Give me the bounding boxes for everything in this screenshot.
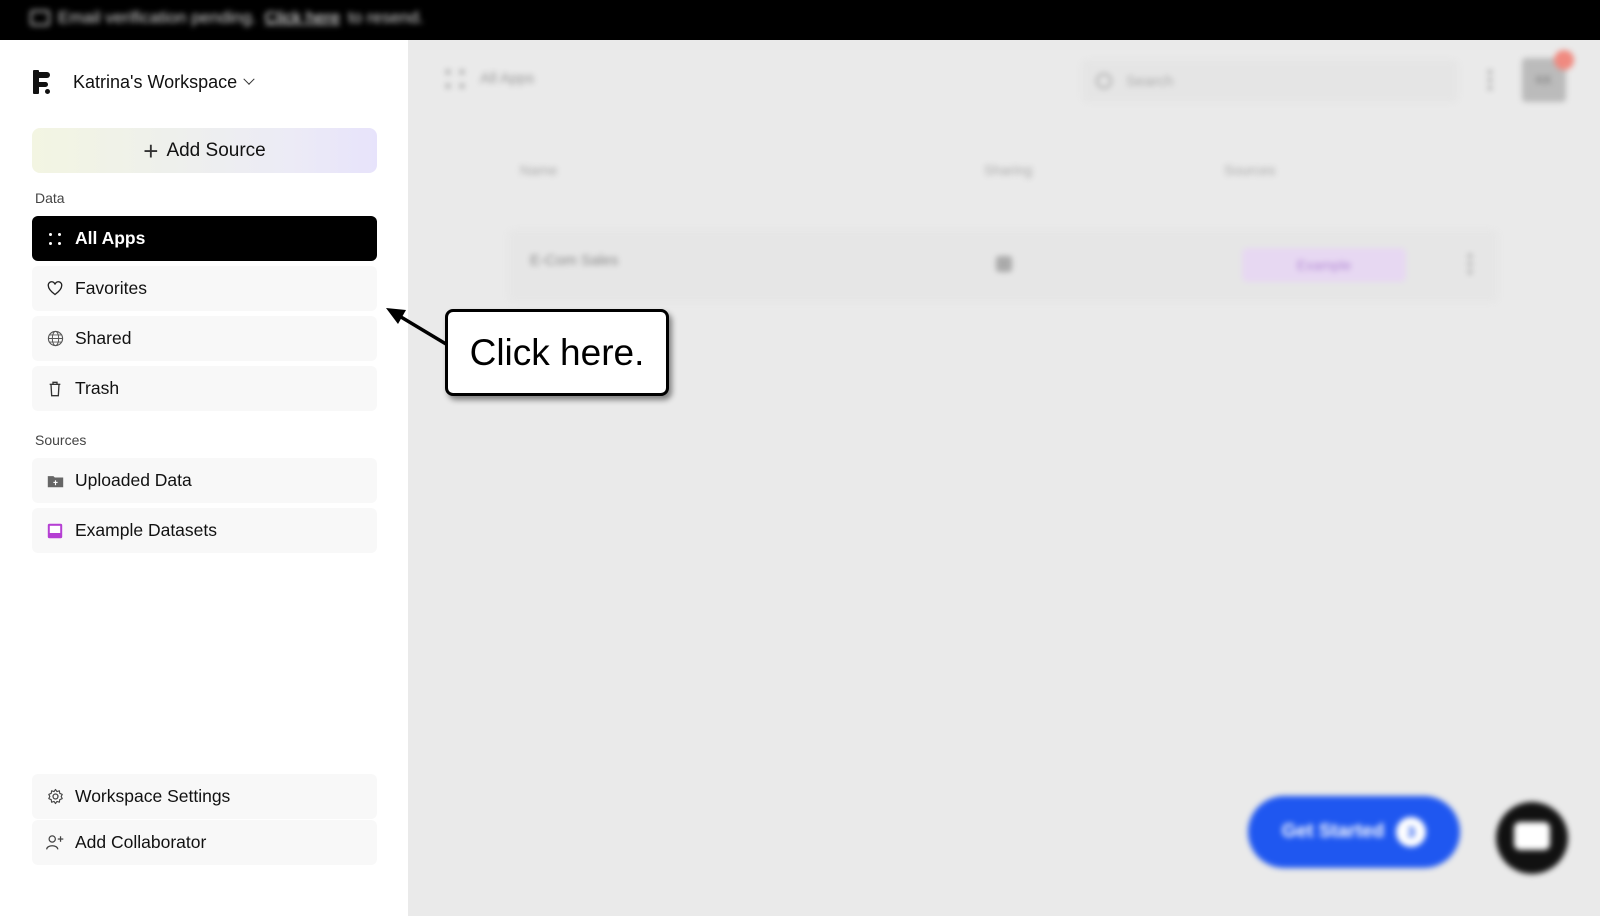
dataset-icon (46, 522, 64, 540)
grid-dots-icon (446, 70, 466, 90)
banner-link[interactable]: Click here (264, 8, 340, 28)
nav-item-workspace-settings[interactable]: Workspace Settings (32, 774, 377, 819)
sources-section-label: Sources (35, 432, 87, 448)
add-user-icon (46, 834, 64, 852)
heart-icon (46, 280, 64, 298)
chat-button[interactable] (1496, 802, 1568, 874)
grid-dots-icon (46, 230, 64, 248)
gear-icon (46, 788, 64, 806)
app-logo-icon (33, 70, 51, 94)
nav-item-label: All Apps (75, 228, 146, 248)
data-section-label: Data (35, 190, 65, 206)
more-options-icon[interactable] (1488, 70, 1492, 90)
workspace-switcher[interactable]: Katrina's Workspace (33, 70, 255, 94)
nav-item-favorites[interactable]: Favorites (32, 266, 377, 311)
chevron-down-icon (243, 73, 255, 85)
source-badge: Example (1242, 248, 1406, 282)
add-source-label: Add Source (166, 139, 266, 161)
column-header-sharing: Sharing (984, 162, 1033, 178)
nav-item-label: Add Collaborator (75, 832, 207, 852)
nav-item-label: Example Datasets (75, 520, 218, 540)
trash-icon (46, 380, 64, 398)
search-icon (1096, 73, 1112, 89)
nav-item-label: Favorites (75, 278, 147, 298)
nav-item-all-apps[interactable]: All Apps (32, 216, 377, 261)
search-input[interactable]: Search (1082, 60, 1458, 102)
mail-icon (30, 10, 50, 26)
app-frame: Katrina's Workspace + Add Source Data Al… (0, 40, 1600, 916)
nav-item-label: Uploaded Data (75, 470, 192, 490)
tutorial-callout: Click here. (445, 309, 669, 396)
callout-arrow (386, 308, 447, 346)
banner-text: Email verification pending. (58, 8, 257, 27)
banner-suffix: to resend. (348, 8, 424, 27)
main-content: All Apps Search KK Name Sharing Sources … (408, 40, 1600, 916)
chat-icon (1514, 822, 1550, 850)
nav-item-add-collaborator[interactable]: Add Collaborator (32, 820, 377, 865)
globe-icon (46, 330, 64, 348)
row-options-icon[interactable] (1468, 254, 1472, 274)
page-title: All Apps (480, 70, 535, 87)
get-started-button[interactable]: Get Started 3 (1248, 796, 1460, 868)
nav-item-uploaded-data[interactable]: Uploaded Data (32, 458, 377, 503)
nav-item-shared[interactable]: Shared (32, 316, 377, 361)
nav-item-label: Workspace Settings (75, 786, 231, 806)
verification-banner: Email verification pending. Click here t… (0, 0, 1600, 40)
column-header-sources[interactable]: Sources (1224, 162, 1275, 178)
plus-icon: + (143, 135, 159, 166)
sidebar: Katrina's Workspace + Add Source Data Al… (0, 40, 408, 916)
workspace-name: Katrina's Workspace (73, 71, 238, 92)
nav-item-example-datasets[interactable]: Example Datasets (32, 508, 377, 553)
get-started-count: 3 (1396, 817, 1427, 847)
nav-item-trash[interactable]: Trash (32, 366, 377, 411)
callout-text: Click here. (469, 331, 645, 373)
upload-folder-icon (46, 472, 64, 490)
notification-badge (1554, 50, 1574, 70)
nav-item-label: Trash (75, 378, 120, 398)
search-placeholder: Search (1126, 72, 1174, 90)
add-source-button[interactable]: + Add Source (32, 128, 377, 173)
get-started-label: Get Started (1281, 821, 1385, 842)
nav-item-label: Shared (75, 328, 132, 348)
app-name[interactable]: E-Com Sales (530, 252, 618, 269)
sharing-icon (996, 256, 1012, 272)
column-header-name[interactable]: Name (520, 162, 557, 178)
